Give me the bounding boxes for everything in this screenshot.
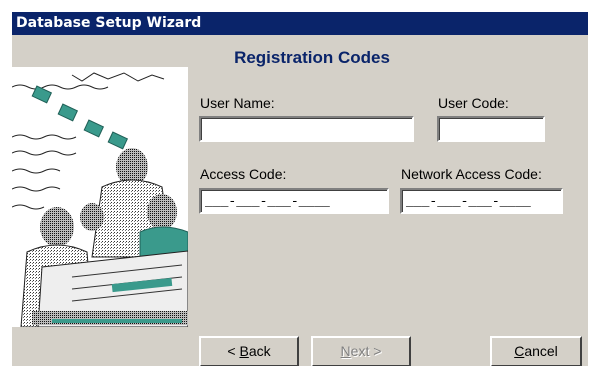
user-code-field[interactable] (437, 116, 545, 142)
network-access-code-label: Network Access Code: (401, 166, 542, 182)
access-code-label: Access Code: (200, 166, 287, 182)
user-name-label: User Name: (200, 95, 275, 111)
window-title: Database Setup Wizard (16, 15, 202, 31)
page-heading: Registration Codes (234, 48, 390, 67)
access-code-mask: ___-___-___-____ (205, 194, 330, 209)
network-access-code-field[interactable]: ___-___-___-____ (400, 188, 563, 214)
wizard-illustration (12, 67, 188, 327)
next-rest: ext (350, 343, 370, 359)
cancel-rest: ancel (524, 343, 558, 359)
next-suffix: > (369, 343, 382, 359)
next-button[interactable]: Next > (311, 336, 411, 366)
back-button[interactable]: < Back (199, 336, 299, 366)
back-rest: ack (248, 343, 271, 359)
user-code-label: User Code: (438, 95, 509, 111)
back-prefix: < (227, 343, 240, 359)
wizard-window: Database Setup Wizard Registration Codes (12, 12, 588, 366)
back-mnemonic: B (239, 343, 249, 359)
user-name-field[interactable] (199, 116, 414, 142)
next-mnemonic: N (340, 343, 351, 359)
user-code-field-inner (439, 118, 543, 140)
people-collage-illustration-icon (12, 67, 188, 327)
access-code-field[interactable]: ___-___-___-____ (199, 188, 389, 214)
cancel-button[interactable]: Cancel (490, 336, 582, 366)
title-bar[interactable]: Database Setup Wizard (12, 12, 588, 35)
network-access-code-mask: ___-___-___-____ (406, 194, 531, 209)
user-name-field-inner (201, 118, 412, 140)
cancel-mnemonic: C (514, 343, 525, 359)
